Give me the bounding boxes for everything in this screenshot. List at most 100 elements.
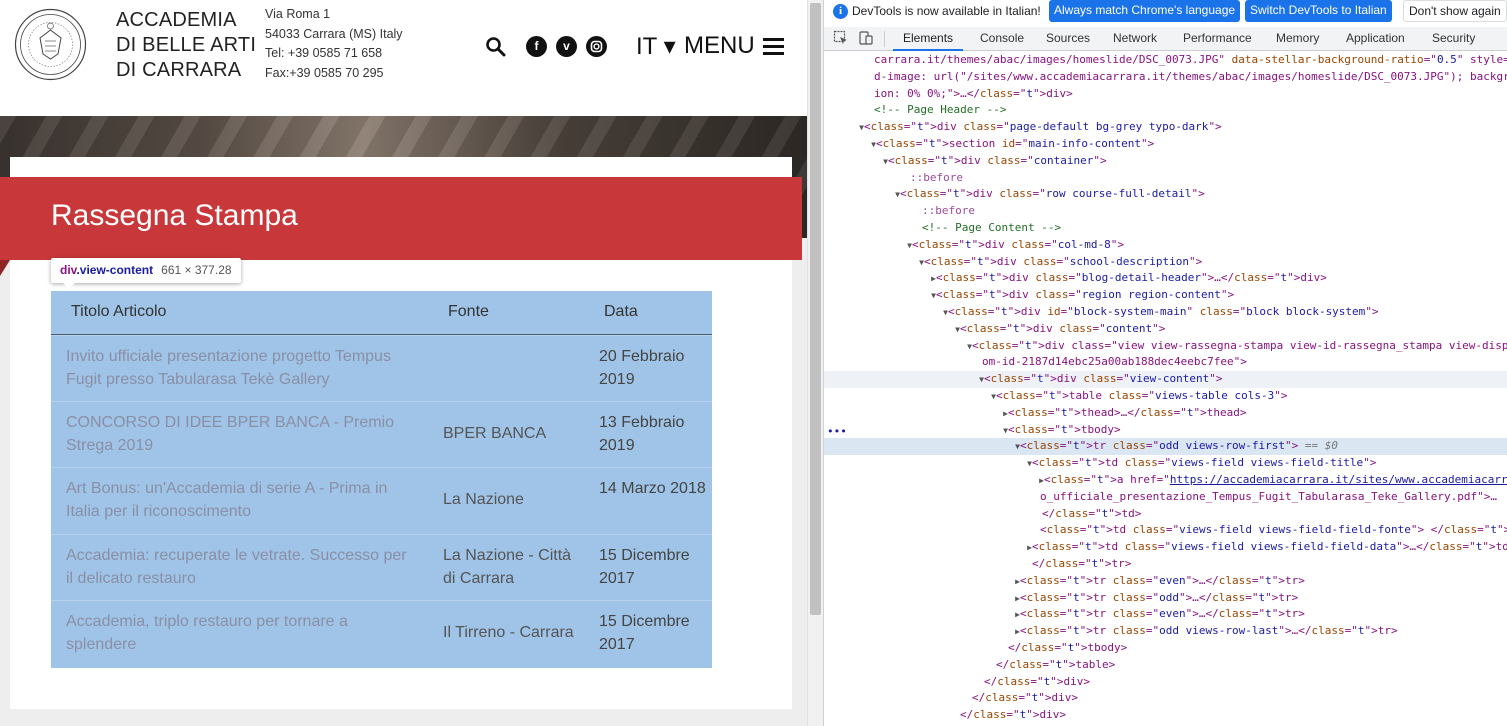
academy-seal-logo[interactable] xyxy=(14,8,87,81)
table-row: Accademia: recuperate le vetrate. Succes… xyxy=(51,534,712,600)
vimeo-icon[interactable]: v xyxy=(556,36,577,57)
academy-name[interactable]: ACCADEMIA DI BELLE ARTI DI CARRARA xyxy=(116,8,256,83)
article-title-link[interactable]: Accademia, triplo restauro per tornare a… xyxy=(66,611,416,656)
device-toolbar-icon[interactable] xyxy=(858,30,874,46)
dom-node-line[interactable]: </class="t">td> xyxy=(824,506,1507,523)
tab-console[interactable]: Console xyxy=(980,27,1024,51)
dom-node-line[interactable]: ▶<class="t">td class="views-field views-… xyxy=(824,539,1507,556)
dom-node-line[interactable]: </class="t">tr> xyxy=(824,556,1507,573)
dom-node-line[interactable]: ▼<class="t">div class="container"> xyxy=(824,153,1507,170)
dom-node-line[interactable]: ▼<class="t">section id="main-info-conten… xyxy=(824,136,1507,153)
expand-arrow-right-icon[interactable]: ▶ xyxy=(824,573,1020,590)
expand-arrow-down-icon[interactable]: ▼ xyxy=(824,422,1008,439)
dom-node-line[interactable]: ::before xyxy=(824,203,1507,220)
dom-node-text: <class="t">table class="views-table cols… xyxy=(996,389,1288,402)
expand-arrow-down-icon[interactable]: ▼ xyxy=(824,321,960,338)
expand-arrow-down-icon[interactable]: ▼ xyxy=(824,371,984,388)
header-fonte: Fonte xyxy=(448,303,489,320)
dom-node-line[interactable]: d-image: url("/sites/www.accademiacarrar… xyxy=(824,69,1507,86)
expand-arrow-right-icon[interactable]: ▶ xyxy=(824,472,1044,489)
tab-memory[interactable]: Memory xyxy=(1276,27,1319,51)
tab-network[interactable]: Network xyxy=(1113,27,1157,51)
search-icon[interactable] xyxy=(485,36,506,57)
dom-node-text: <class="t">td class="views-field views-f… xyxy=(1032,540,1507,554)
contact-address: Via Roma 1 54033 Carrara (MS) Italy Tel:… xyxy=(265,5,403,83)
expand-arrow-right-icon[interactable]: ▶ xyxy=(824,270,936,287)
page-scrollbar[interactable] xyxy=(807,0,823,726)
dom-node-line[interactable]: ▶<class="t">tr class="even">…</class="t"… xyxy=(824,606,1507,623)
dom-node-line[interactable]: <class="t">td class="views-field views-f… xyxy=(824,522,1507,539)
expand-arrow-down-icon[interactable]: ▼ xyxy=(824,438,1020,455)
expand-arrow-right-icon[interactable]: ▶ xyxy=(824,539,1032,556)
dom-node-line[interactable]: </class="t">tbody> xyxy=(824,640,1507,657)
dom-node-line[interactable]: ▶<class="t">tr class="odd views-row-last… xyxy=(824,623,1507,640)
dom-node-line[interactable]: </class="t">table> xyxy=(824,657,1507,674)
expand-arrow-down-icon[interactable]: ▼ xyxy=(824,388,996,405)
dom-node-line[interactable]: ▼<class="t">div class="page-default bg-g… xyxy=(824,119,1507,136)
dom-node-line[interactable]: ▼<class="t">tbody> xyxy=(824,422,1507,439)
dom-node-line[interactable]: ▼<class="t">div class="region region-con… xyxy=(824,287,1507,304)
language-selector[interactable]: IT ▾ xyxy=(636,32,676,61)
expand-arrow-down-icon[interactable]: ▼ xyxy=(824,455,1032,472)
dom-node-line[interactable]: ▶<class="t">a href="https://accademiacar… xyxy=(824,472,1507,489)
dom-node-line[interactable]: <!-- Page Header --> xyxy=(824,102,1507,119)
dom-node-line[interactable]: <!-- Page Content --> xyxy=(824,220,1507,237)
tooltip-class: .view-content xyxy=(76,263,154,277)
dom-node-line[interactable]: ▼<class="t">div class="row course-full-d… xyxy=(824,186,1507,203)
expand-arrow-right-icon[interactable]: ▶ xyxy=(824,590,1020,607)
dom-node-line[interactable]: ▶<class="t">tr class="odd">…</class="t">… xyxy=(824,590,1507,607)
dom-node-line[interactable]: ▼<class="t">table class="views-table col… xyxy=(824,388,1507,405)
switch-to-italian-button[interactable]: Switch DevTools to Italian xyxy=(1245,0,1392,22)
dom-node-line[interactable]: ▼<class="t">div class="content"> xyxy=(824,321,1507,338)
dom-node-line[interactable]: ▼<class="t">div class="view view-rassegn… xyxy=(824,338,1507,355)
facebook-icon[interactable]: f xyxy=(526,36,547,57)
dom-node-line[interactable]: ion: 0% 0%;">…</class="t">div> xyxy=(824,86,1507,103)
dom-node-line[interactable]: ▶<class="t">tr class="even">…</class="t"… xyxy=(824,573,1507,590)
tab-security[interactable]: Security xyxy=(1432,27,1475,51)
dom-node-line[interactable]: ▼<class="t">div id="block-system-main" c… xyxy=(824,304,1507,321)
dom-node-line[interactable]: </class="t">div> xyxy=(824,674,1507,691)
tab-elements[interactable]: Elements xyxy=(893,27,964,51)
always-match-language-button[interactable]: Always match Chrome's language xyxy=(1049,0,1241,22)
dom-tree[interactable]: carrara.it/themes/abac/images/homeslide/… xyxy=(824,52,1507,726)
node-actions-dots[interactable]: ••• xyxy=(827,425,847,438)
expand-arrow-down-icon[interactable]: ▼ xyxy=(824,304,948,321)
dom-node-line[interactable]: o_ufficiale_presentazione_Tempus_Fugit_T… xyxy=(824,489,1507,506)
dom-node-line[interactable]: ▼<class="t">div class="col-md-8"> xyxy=(824,237,1507,254)
dom-node-line[interactable]: </class="t">div> xyxy=(824,707,1507,724)
expand-arrow-down-icon[interactable]: ▼ xyxy=(824,153,888,170)
dom-node-line[interactable]: ▼<class="t">td class="views-field views-… xyxy=(824,455,1507,472)
expand-arrow-down-icon[interactable]: ▼ xyxy=(824,136,876,153)
expand-arrow-down-icon[interactable]: ▼ xyxy=(824,254,924,271)
article-title-link[interactable]: Accademia: recuperate le vetrate. Succes… xyxy=(66,545,416,590)
scrollbar-thumb[interactable] xyxy=(810,3,821,615)
dont-show-again-button[interactable]: Don't show again xyxy=(1403,0,1507,22)
dom-node-line[interactable]: </class="t">div> xyxy=(824,690,1507,707)
menu-button[interactable]: MENU xyxy=(684,32,784,60)
expand-arrow-down-icon[interactable]: ▼ xyxy=(824,237,912,254)
dom-node-line[interactable]: ▶<class="t">thead>…</class="t">thead> xyxy=(824,405,1507,422)
dom-node-line[interactable]: ▼<class="t">tr class="odd views-row-firs… xyxy=(824,438,1507,456)
inspect-element-icon[interactable] xyxy=(833,30,849,46)
dom-node-line[interactable]: ▼<class="t">div class="school-descriptio… xyxy=(824,254,1507,271)
expand-arrow-down-icon[interactable]: ▼ xyxy=(824,119,864,136)
table-row: Art Bonus: un'Accademia di serie A - Pri… xyxy=(51,467,712,533)
expand-arrow-right-icon[interactable]: ▶ xyxy=(824,606,1020,623)
tab-sources[interactable]: Sources xyxy=(1046,27,1090,51)
dom-node-line[interactable]: ::before xyxy=(824,170,1507,187)
article-title-link[interactable]: Art Bonus: un'Accademia di serie A - Pri… xyxy=(66,478,416,523)
instagram-icon[interactable] xyxy=(586,36,607,57)
tab-application[interactable]: Application xyxy=(1346,27,1405,51)
dom-node-line[interactable]: ▼<class="t">div class="view-content"> xyxy=(824,371,1507,388)
expand-arrow-right-icon[interactable]: ▶ xyxy=(824,623,1020,640)
expand-arrow-down-icon[interactable]: ▼ xyxy=(824,186,900,203)
article-title-link[interactable]: CONCORSO DI IDEE BPER BANCA - Premio Str… xyxy=(66,412,416,457)
dom-node-line[interactable]: carrara.it/themes/abac/images/homeslide/… xyxy=(824,52,1507,69)
dom-node-line[interactable]: om-id-2187d14ebc25a00ab188dec4eebc7fee"> xyxy=(824,354,1507,371)
article-title-link[interactable]: Invito ufficiale presentazione progetto … xyxy=(66,346,416,391)
expand-arrow-down-icon[interactable]: ▼ xyxy=(824,338,972,355)
expand-arrow-right-icon[interactable]: ▶ xyxy=(824,405,1008,422)
tab-performance[interactable]: Performance xyxy=(1183,27,1252,51)
expand-arrow-down-icon[interactable]: ▼ xyxy=(824,287,936,304)
dom-node-line[interactable]: ▶<class="t">div class="blog-detail-heade… xyxy=(824,270,1507,287)
